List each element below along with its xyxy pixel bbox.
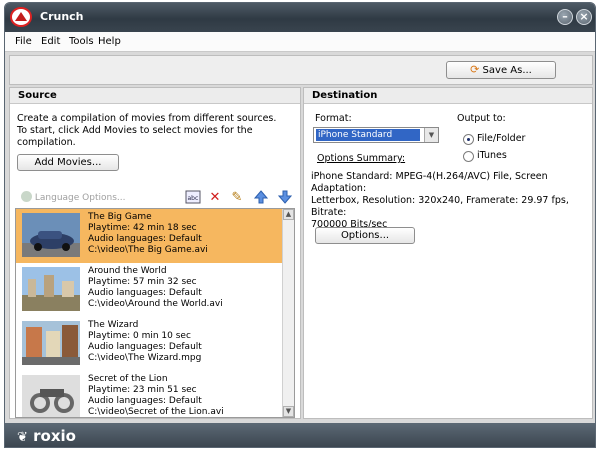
list-item[interactable]: Around the World Playtime: 57 min 32 sec… [16,263,284,317]
movie-playtime: Playtime: 0 min 10 sec [88,331,191,341]
movie-thumbnail [22,267,80,311]
movie-path: C:\video\The Wizard.mpg [88,353,202,363]
roxio-swirl-icon: ❦ [17,430,28,445]
output-file-folder-radio[interactable] [463,134,474,145]
chevron-down-icon[interactable]: ▼ [424,128,438,142]
destination-header: Destination [304,88,592,104]
movie-list[interactable]: The Big Game Playtime: 42 min 18 sec Aud… [15,208,295,418]
output-file-folder-label: File/Folder [477,133,526,144]
movie-title: Secret of the Lion [88,374,168,384]
remove-icon[interactable]: ✕ [207,190,223,206]
movie-path: C:\video\The Big Game.avi [88,245,208,255]
format-label: Format: [315,113,352,124]
save-as-icon: ⟳ [470,63,480,76]
source-instructions: Create a compilation of movies from diff… [17,113,276,149]
movie-audio: Audio languages: Default [88,288,202,298]
list-scrollbar[interactable]: ▲ ▼ [282,209,294,417]
add-movies-button[interactable]: Add Movies... [17,154,119,171]
output-itunes-radio[interactable] [463,151,474,162]
format-select[interactable]: iPhone Standard ▼ [313,127,439,143]
roxio-brand: roxio [33,427,76,445]
menu-edit[interactable]: Edit [41,36,60,47]
movie-audio: Audio languages: Default [88,234,202,244]
svg-text:abc: abc [188,195,199,202]
summary-line: Letterbox, Resolution: 320x240, Framerat… [311,195,569,218]
language-globe-icon [21,191,32,202]
edit-icon[interactable]: ✎ [229,190,245,206]
movie-path: C:\video\Secret of the Lion.avi [88,407,224,417]
movie-details: Around the World Playtime: 57 min 32 sec… [88,266,223,310]
scroll-up-icon[interactable]: ▲ [283,209,294,220]
menu-bar: File Edit Tools Help [5,32,595,52]
movie-audio: Audio languages: Default [88,342,202,352]
move-down-icon[interactable] [277,190,293,206]
options-summary-label: Options Summary: [317,153,406,164]
movie-details: The Wizard Playtime: 0 min 10 sec Audio … [88,320,202,364]
footer-bar: ❦ roxio [5,423,595,447]
format-selected-value: iPhone Standard [316,129,420,141]
movie-details: The Big Game Playtime: 42 min 18 sec Aud… [88,212,208,256]
output-itunes-label: iTunes [477,150,507,161]
save-as-button[interactable]: ⟳ Save As... [446,61,556,79]
abc-icon[interactable]: abc [185,190,201,206]
window-title: Crunch [40,10,84,23]
language-options-button[interactable]: Language Options... [21,191,125,205]
options-button[interactable]: Options... [315,227,415,244]
scroll-down-icon[interactable]: ▼ [283,406,294,417]
movie-title: The Wizard [88,320,139,330]
title-bar[interactable]: Crunch – × [5,3,595,32]
movie-title: Around the World [88,266,167,276]
movie-thumbnail [22,375,80,417]
menu-help[interactable]: Help [98,36,121,47]
minimize-icon[interactable]: – [557,9,573,25]
crunch-app-icon [10,7,32,27]
instruction-line: Create a compilation of movies from diff… [17,113,277,124]
movie-playtime: Playtime: 57 min 32 sec [88,277,197,287]
close-icon[interactable]: × [576,9,592,25]
movie-thumbnail [22,213,80,257]
list-item[interactable]: Secret of the Lion Playtime: 23 min 51 s… [16,371,284,417]
roxio-logo: ❦ roxio [17,427,76,445]
instruction-line: compilation. [17,137,76,148]
movie-details: Secret of the Lion Playtime: 23 min 51 s… [88,374,224,417]
language-options-label: Language Options... [34,193,126,203]
movie-playtime: Playtime: 23 min 51 sec [88,385,197,395]
output-to-label: Output to: [457,113,506,124]
movie-title: The Big Game [88,212,152,222]
source-header: Source [10,88,300,104]
app-window: Crunch – × File Edit Tools Help ⟳ Save A… [4,2,596,448]
movie-audio: Audio languages: Default [88,396,202,406]
list-item[interactable]: The Big Game Playtime: 42 min 18 sec Aud… [16,209,284,263]
instruction-line: To start, click Add Movies to select mov… [17,125,253,136]
menu-file[interactable]: File [15,36,32,47]
toolbar: ⟳ Save As... [9,55,593,85]
menu-tools[interactable]: Tools [69,36,94,47]
movie-playtime: Playtime: 42 min 18 sec [88,223,197,233]
move-up-icon[interactable] [253,190,269,206]
summary-line: iPhone Standard: MPEG-4(H.264/AVC) File,… [311,171,548,194]
list-item[interactable]: The Wizard Playtime: 0 min 10 sec Audio … [16,317,284,371]
save-as-label: Save As... [482,65,532,76]
movie-thumbnail [22,321,80,365]
movie-path: C:\video\Around the World.avi [88,299,223,309]
options-summary-text: iPhone Standard: MPEG-4(H.264/AVC) File,… [311,171,589,231]
